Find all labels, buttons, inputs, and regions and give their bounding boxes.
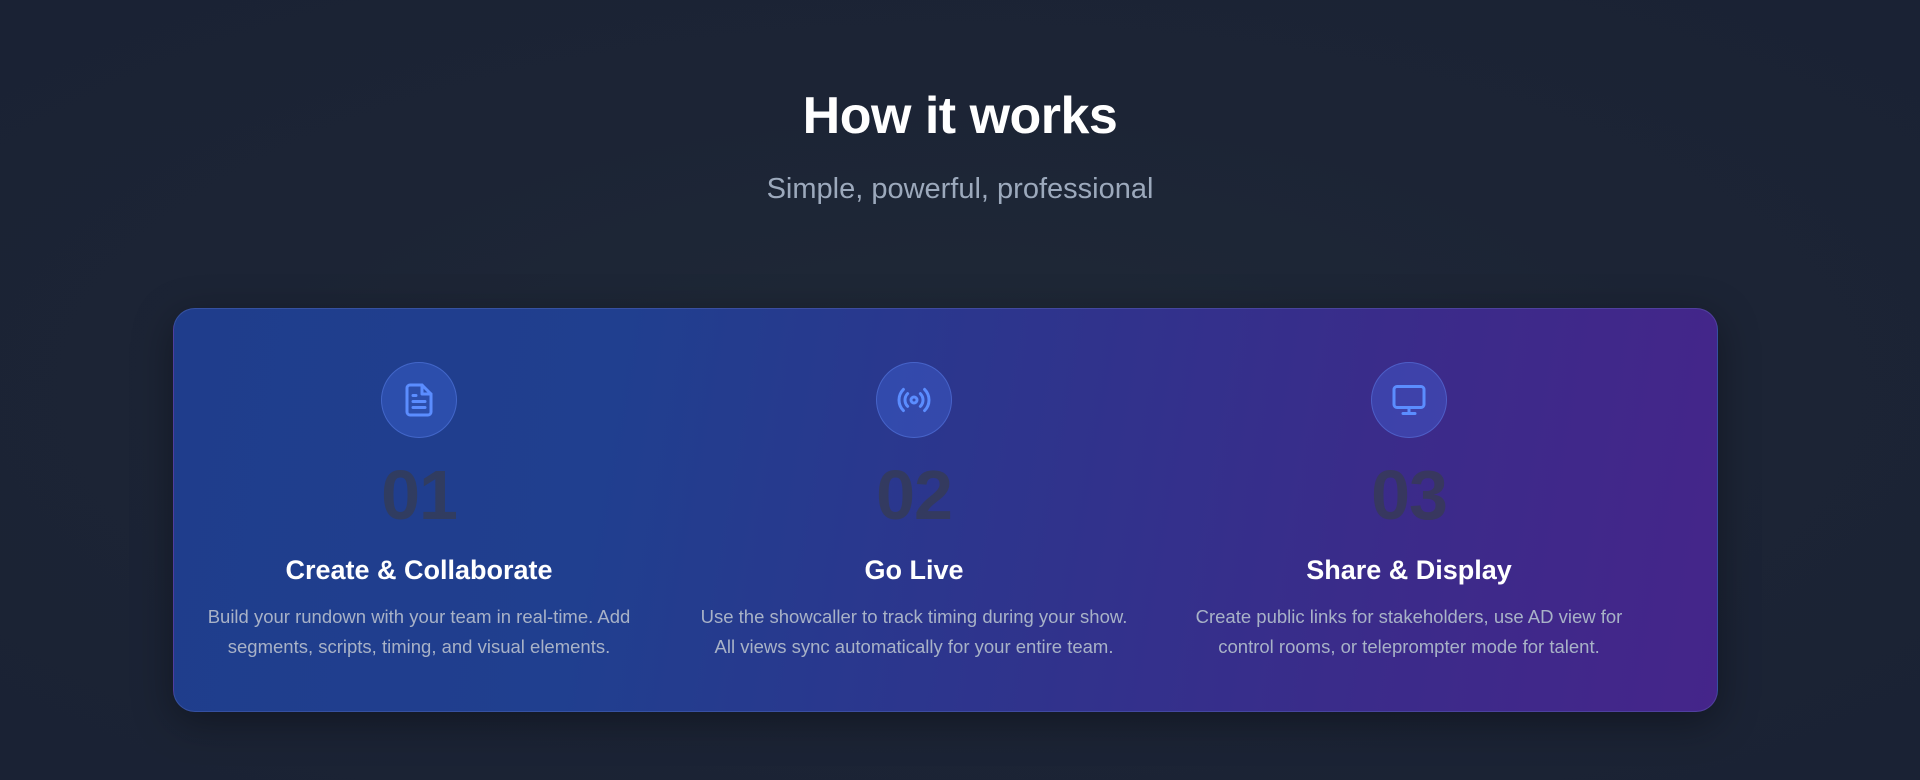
broadcast-icon <box>876 362 952 438</box>
how-it-works-section: How it works Simple, powerful, professio… <box>0 0 1920 780</box>
step-description-line: Use the showcaller to track timing durin… <box>700 606 1128 627</box>
step-number: 03 <box>1371 456 1448 534</box>
step-number: 02 <box>876 456 953 534</box>
step-description-line: segments, scripts, timing, and visual el… <box>227 636 611 657</box>
step-description-line: Build your rundown with your team in rea… <box>207 606 631 627</box>
step-card-2: 02 Go Live Use the showcaller to track t… <box>679 309 1149 713</box>
step-title: Create & Collaborate <box>285 555 553 585</box>
steps-panel: 01 Create & Collaborate Build your rundo… <box>173 308 1718 712</box>
section-subtitle: Simple, powerful, professional <box>766 173 1154 205</box>
step-description-line: Create public links for stakeholders, us… <box>1195 606 1623 627</box>
section-title: How it works <box>802 87 1118 145</box>
step-description-line: All views sync automatically for your en… <box>714 636 1114 657</box>
step-description-line: control rooms, or teleprompter mode for … <box>1218 636 1600 657</box>
step-title: Share & Display <box>1306 555 1512 585</box>
step-card-1: 01 Create & Collaborate Build your rundo… <box>184 309 654 713</box>
step-description: Use the showcaller to track timing durin… <box>679 602 1149 662</box>
step-title: Go Live <box>864 555 964 585</box>
step-description: Build your rundown with your team in rea… <box>184 602 654 662</box>
step-card-3: 03 Share & Display Create public links f… <box>1174 309 1644 713</box>
step-description: Create public links for stakeholders, us… <box>1174 602 1644 662</box>
monitor-icon <box>1371 362 1447 438</box>
document-icon <box>381 362 457 438</box>
step-number: 01 <box>381 456 458 534</box>
